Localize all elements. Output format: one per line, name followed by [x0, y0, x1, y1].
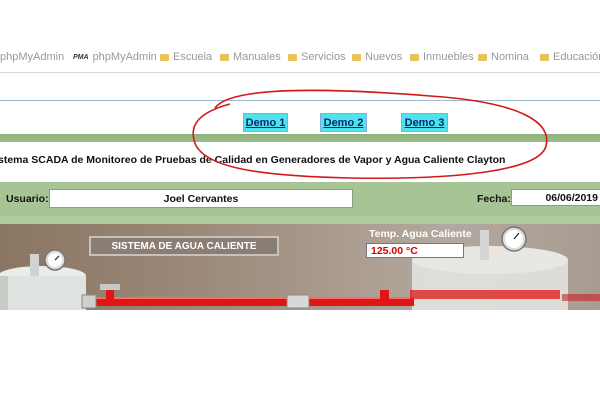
scada-scene: SISTEMA DE AGUA CALIENTE Temp. Agua Cali…: [0, 224, 600, 310]
bookmark-label: phpMyAdmin: [92, 51, 157, 63]
info-row: Usuario: Joel Cervantes Fecha: 06/06/201…: [0, 182, 600, 216]
temp-title: Temp. Agua Caliente: [369, 228, 472, 240]
date-field: 06/06/2019: [511, 189, 600, 206]
pma-icon: PMA: [73, 53, 89, 61]
folder-icon: [410, 53, 419, 61]
bookmark-label: Manuales: [233, 51, 281, 63]
demo-2-link[interactable]: Demo 2: [320, 113, 367, 132]
gauge-icon: [44, 249, 66, 271]
bookmark-item[interactable]: Manuales: [220, 50, 281, 64]
info-band: [0, 216, 600, 224]
bookmark-label: Nuevos: [365, 51, 403, 63]
bookmark-item[interactable]: Nuevos: [352, 50, 402, 64]
demo-1-link[interactable]: Demo 1: [243, 113, 288, 132]
title-row: stema SCADA de Monitoreo de Pruebas de C…: [0, 142, 600, 182]
bookmark-label: Educación: [553, 51, 600, 63]
bookmark-label: Inmuebles: [423, 51, 474, 63]
date-label: Fecha:: [477, 193, 511, 205]
bookmark-label: Nomina: [491, 51, 529, 63]
folder-icon: [220, 53, 229, 61]
left-tank: [0, 254, 86, 310]
divider: [0, 72, 600, 73]
demo-3-link[interactable]: Demo 3: [401, 113, 448, 132]
bookmark-item[interactable]: Inmuebles: [410, 50, 474, 64]
folder-icon: [478, 53, 487, 61]
bookmark-item[interactable]: PMA phpMyAdmin: [73, 50, 157, 64]
bookmark-label: Escuela: [173, 51, 213, 63]
bookmarks-bar: phpMyAdmin PMA phpMyAdmin Escuela Manual…: [0, 0, 600, 70]
page-title: stema SCADA de Monitoreo de Pruebas de C…: [0, 154, 506, 166]
bookmark-item[interactable]: Escuela: [160, 50, 212, 64]
bookmark-item[interactable]: Educación: [540, 50, 600, 64]
folder-icon: [160, 53, 169, 61]
bookmark-item[interactable]: Nomina: [478, 50, 529, 64]
folder-icon: [288, 53, 297, 61]
user-label: Usuario:: [6, 193, 49, 205]
folder-icon: [352, 53, 361, 61]
gauge-icon: [501, 226, 527, 252]
user-field: Joel Cervantes: [49, 189, 353, 208]
header-band: [0, 134, 600, 142]
bookmark-item[interactable]: Servicios: [288, 50, 346, 64]
folder-icon: [540, 53, 549, 61]
bookmark-label: Servicios: [301, 51, 346, 63]
temp-value-field: 125.00 °C: [366, 243, 464, 258]
bookmark-item[interactable]: phpMyAdmin: [0, 50, 64, 64]
bookmark-label: phpMyAdmin: [0, 51, 65, 63]
system-label: SISTEMA DE AGUA CALIENTE: [89, 236, 279, 256]
